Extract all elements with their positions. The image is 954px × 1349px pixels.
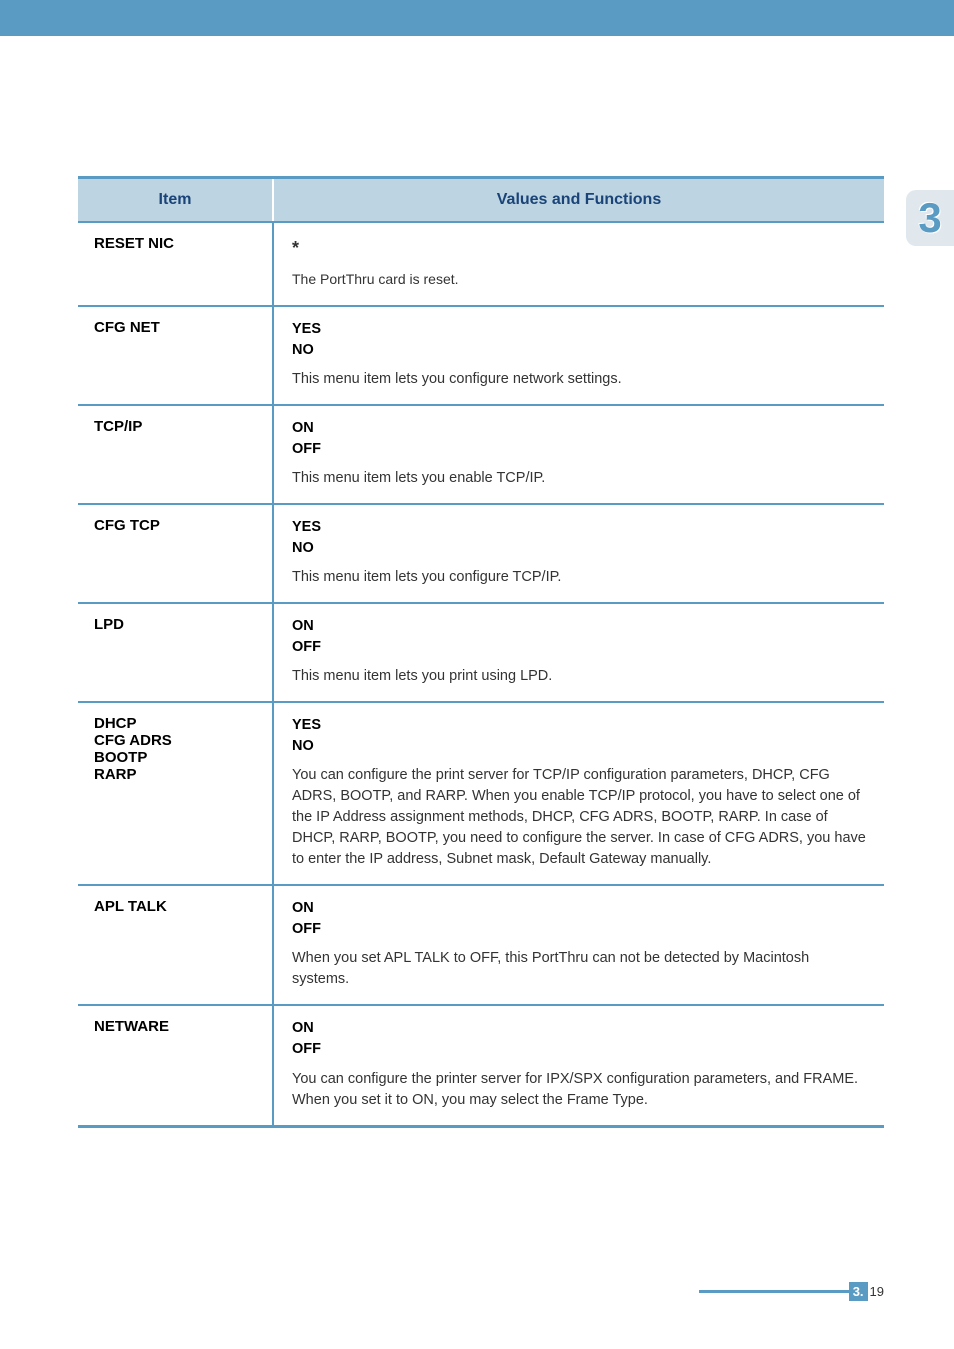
description-text: This menu item lets you print using LPD. <box>292 666 866 687</box>
value-cfg-tcp: YES NO This menu item lets you configure… <box>273 504 884 603</box>
item-cfg-net: CFG NET <box>78 306 273 405</box>
table-row: CFG NET YES NO This menu item lets you c… <box>78 306 884 405</box>
option-on: ON <box>292 420 314 436</box>
option-no: NO <box>292 342 314 358</box>
value-options: YES NO <box>292 319 866 361</box>
table-row: APL TALK ON OFF When you set APL TALK to… <box>78 885 884 1005</box>
item-cfg-adrs: CFG ADRS <box>94 732 172 749</box>
option-yes: YES <box>292 321 321 337</box>
value-apl-talk: ON OFF When you set APL TALK to OFF, thi… <box>273 885 884 1005</box>
item-reset-nic: RESET NIC <box>78 222 273 306</box>
option-yes: YES <box>292 717 321 733</box>
footer-line <box>699 1290 849 1293</box>
item-netware: NETWARE <box>78 1005 273 1126</box>
option-no: NO <box>292 738 314 754</box>
header-values: Values and Functions <box>273 178 884 223</box>
option-yes: YES <box>292 519 321 535</box>
value-options: ON OFF <box>292 616 866 658</box>
option-off: OFF <box>292 639 321 655</box>
table-row: LPD ON OFF This menu item lets you print… <box>78 603 884 702</box>
table-row: NETWARE ON OFF You can configure the pri… <box>78 1005 884 1126</box>
description-text: This menu item lets you configure networ… <box>292 369 866 390</box>
option-off: OFF <box>292 1041 321 1057</box>
item-dhcp-group: DHCP CFG ADRS BOOTP RARP <box>78 702 273 885</box>
top-accent-bar <box>0 0 954 36</box>
value-reset-nic: * The PortThru card is reset. <box>273 222 884 306</box>
item-apl-talk: APL TALK <box>78 885 273 1005</box>
table-row: CFG TCP YES NO This menu item lets you c… <box>78 504 884 603</box>
item-bootp: BOOTP <box>94 749 147 766</box>
footer-page-num: 19 <box>870 1284 884 1299</box>
description-text: When you set APL TALK to OFF, this PortT… <box>292 948 866 990</box>
footer-chapter: 3. <box>849 1282 868 1301</box>
value-tcp-ip: ON OFF This menu item lets you enable TC… <box>273 405 884 504</box>
table-row: DHCP CFG ADRS BOOTP RARP YES NO You can … <box>78 702 884 885</box>
value-options: ON OFF <box>292 1018 866 1060</box>
description-text: The PortThru card is reset. <box>292 271 459 287</box>
main-content: Item Values and Functions RESET NIC * Th… <box>0 36 954 1128</box>
description-text: This menu item lets you configure TCP/IP… <box>292 567 866 588</box>
value-options: ON OFF <box>292 418 866 460</box>
option-off: OFF <box>292 441 321 457</box>
chapter-indicator: 3 <box>906 190 954 246</box>
item-cfg-tcp: CFG TCP <box>78 504 273 603</box>
value-cfg-net: YES NO This menu item lets you configure… <box>273 306 884 405</box>
value-options: ON OFF <box>292 898 866 940</box>
item-lpd: LPD <box>78 603 273 702</box>
option-off: OFF <box>292 921 321 937</box>
option-on: ON <box>292 900 314 916</box>
value-netware: ON OFF You can configure the printer ser… <box>273 1005 884 1126</box>
description-text: This menu item lets you enable TCP/IP. <box>292 468 866 489</box>
table-row: RESET NIC * The PortThru card is reset. <box>78 222 884 306</box>
value-lpd: ON OFF This menu item lets you print usi… <box>273 603 884 702</box>
item-tcp-ip: TCP/IP <box>78 405 273 504</box>
item-dhcp: DHCP <box>94 715 137 732</box>
value-options: YES NO <box>292 715 866 757</box>
settings-table: Item Values and Functions RESET NIC * Th… <box>78 176 884 1128</box>
item-rarp: RARP <box>94 766 137 783</box>
asterisk-symbol: * <box>292 235 866 261</box>
value-dhcp-group: YES NO You can configure the print serve… <box>273 702 884 885</box>
header-item: Item <box>78 178 273 223</box>
table-header-row: Item Values and Functions <box>78 178 884 223</box>
description-text: You can configure the printer server for… <box>292 1069 866 1111</box>
value-options: YES NO <box>292 517 866 559</box>
option-on: ON <box>292 618 314 634</box>
footer-page-number: 3.19 <box>699 1282 884 1301</box>
chapter-number: 3 <box>918 194 941 242</box>
table-row: TCP/IP ON OFF This menu item lets you en… <box>78 405 884 504</box>
description-text: You can configure the print server for T… <box>292 765 866 870</box>
option-on: ON <box>292 1020 314 1036</box>
option-no: NO <box>292 540 314 556</box>
